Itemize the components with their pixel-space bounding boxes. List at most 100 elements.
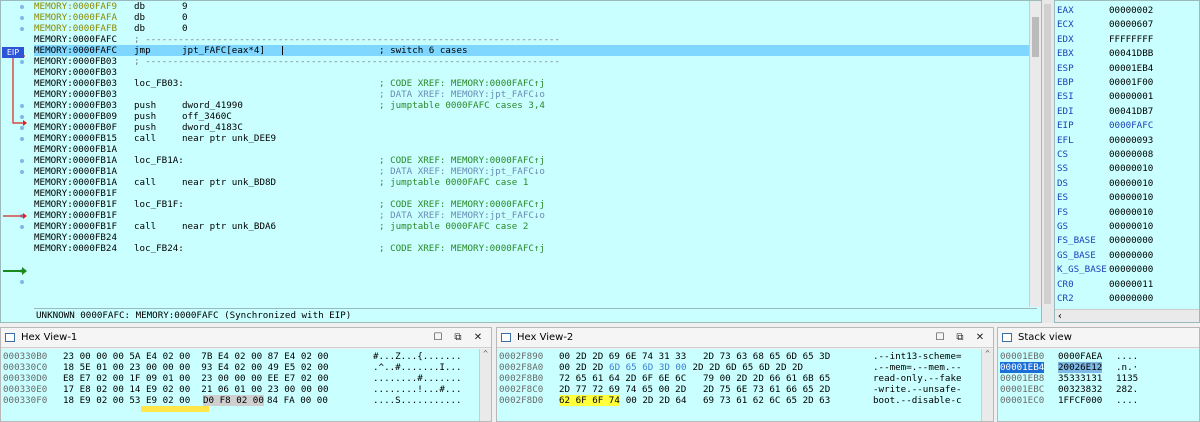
hex-bytes-dim[interactable]: 6D 65 6D 3D 00 <box>609 362 686 373</box>
register-row[interactable]: EAX 00000002 <box>1057 4 1197 18</box>
disassembly-lines[interactable]: MEMORY:0000FAF9 db 9 MEMORY:0000FAFA db 0 MEMO… <box>34 1 1037 307</box>
disasm-line[interactable]: MEMORY:0000FB1F call near ptr unk_BDA6 ; ju… <box>34 221 1037 232</box>
stack-view-content[interactable]: 00001EB0 0000FAEA.... 00001EB4 20026E12 .n.·… <box>998 349 1199 421</box>
register-row[interactable]: GS_BASE 00000000 <box>1057 249 1197 263</box>
disasm-line[interactable]: MEMORY:0000FB03 loc_FB03: ; CODE XREF: MEM… <box>34 78 1037 89</box>
close-icon[interactable]: ✕ <box>471 328 485 348</box>
register-value[interactable]: 00000000 <box>1109 249 1153 263</box>
code-label[interactable]: loc_FB1F: <box>134 199 184 210</box>
register-value[interactable]: 00000002 <box>1109 4 1153 18</box>
operand[interactable]: dword_4183C <box>182 122 243 133</box>
disasm-line[interactable]: MEMORY:0000FB1A call near ptr unk_BD8D ; ju… <box>34 177 1037 188</box>
disasm-line[interactable]: MEMORY:0000FB1F ; DATA XREF: MEMORY:jpt_F… <box>34 210 1037 221</box>
maximize-icon[interactable]: ☐ <box>933 328 947 348</box>
registers-view[interactable]: EAX 00000002 ECX 00000607 EDX FFFFFFFF EBX 0004… <box>1054 0 1200 323</box>
hex-bytes[interactable]: 00 2D 2D 69 6E 74 31 33 <box>559 351 686 362</box>
hex-bytes[interactable]: 18 E9 02 00 53 E9 02 00 <box>63 395 190 406</box>
hex-row[interactable]: 000330B0 23 00 00 00 5A E4 02 00 7B E4 02… <box>1 351 491 362</box>
stack-row[interactable]: 00001EC0 1FFCF000.... <box>998 395 1199 406</box>
hex-bytes[interactable]: 79 00 2D 2D 66 61 6B 65 <box>703 373 830 384</box>
register-value[interactable]: 00000000 <box>1109 292 1153 306</box>
stack-value[interactable]: 0000FAEA <box>1058 351 1102 362</box>
registers-hscrollbar[interactable]: ‹ <box>1055 309 1199 322</box>
hex-row[interactable]: 000330E0 17 E8 02 00 14 E9 02 00 21 06 01… <box>1 384 491 395</box>
hex-row[interactable]: 0002F8A0 00 2D 2D 6D 65 6D 3D 00 2D 2D 6D 6… <box>497 362 993 373</box>
disasm-line[interactable]: MEMORY:0000FB1A ; DATA XREF: MEMORY:jpt_F… <box>34 166 1037 177</box>
register-value[interactable]: 00000010 <box>1109 220 1153 234</box>
operand[interactable]: near ptr unk_BDA6 <box>182 221 276 232</box>
stack-value[interactable]: 35333131 <box>1058 373 1102 384</box>
disasm-line[interactable]: MEMORY:0000FB1F <box>34 188 1037 199</box>
hex-bytes-highlighted[interactable]: 62 6F 6F 74 <box>559 395 620 406</box>
operand[interactable]: 0 <box>182 12 188 23</box>
disasm-line[interactable]: MEMORY:0000FB03 push dword_41990 ; jumptabl… <box>34 100 1037 111</box>
disasm-line[interactable]: MEMORY:0000FB1F loc_FB1F: ; CODE XREF: MEM… <box>34 199 1037 210</box>
register-value[interactable]: 00000008 <box>1109 148 1153 162</box>
disasm-line[interactable]: MEMORY:0000FB15 call near ptr unk_DEE9 <box>34 133 1037 144</box>
code-label[interactable]: loc_FB03: <box>134 78 184 89</box>
disasm-line[interactable]: MEMORY:0000FB1A <box>34 144 1037 155</box>
current-instruction-line[interactable]: MEMORY:0000FAFC jmp jpt_FAFC[eax*4] ; switc… <box>34 45 1037 56</box>
register-row[interactable]: CR2 00000000 <box>1057 292 1197 306</box>
hex-bytes[interactable]: 2D 73 63 68 65 6D 65 3D <box>703 351 830 362</box>
register-row[interactable]: K_GS_BASE 00000000 <box>1057 263 1197 277</box>
register-value[interactable]: 00000000 <box>1109 234 1153 248</box>
operand[interactable]: off_3460C <box>182 111 232 122</box>
hex-row[interactable]: 0002F8D0 62 6F 6F 74 00 2D 2D 64 69 73 61 6… <box>497 395 993 406</box>
register-row[interactable]: SS 00000010 <box>1057 162 1197 176</box>
register-row[interactable]: EDI 00041DB7 <box>1057 105 1197 119</box>
hex-bytes[interactable]: E8 E7 02 00 1F 09 01 00 23 00 00 00 EE E… <box>63 373 329 384</box>
float-icon[interactable]: ⧉ <box>451 328 465 348</box>
code-label[interactable]: loc_FB24: <box>134 243 184 254</box>
hex-bytes[interactable]: 17 E8 02 00 14 E9 02 00 21 06 01 00 23 0… <box>63 384 329 395</box>
hex-row[interactable]: 0002F8B0 72 65 61 64 2D 6F 6E 6C 79 00 2D … <box>497 373 993 384</box>
splitter-thumb[interactable] <box>1044 4 1051 304</box>
disasm-line[interactable]: MEMORY:0000FB0F push dword_4183C <box>34 122 1037 133</box>
hex-view-1-scrollbar[interactable]: ^ <box>479 349 491 421</box>
hex-row[interactable]: 000330C0 18 5E 01 00 23 00 00 00 93 E4 02… <box>1 362 491 373</box>
register-value[interactable]: 0000FAFC <box>1109 119 1153 133</box>
disassembly-scrollbar[interactable] <box>1029 1 1041 307</box>
operand[interactable]: 9 <box>182 1 188 12</box>
disasm-line[interactable]: MEMORY:0000FB1A loc_FB1A: ; CODE XREF: MEM… <box>34 155 1037 166</box>
register-value[interactable]: 00000093 <box>1109 134 1153 148</box>
register-row[interactable]: ECX 00000607 <box>1057 18 1197 32</box>
register-row[interactable]: CR0 00000011 <box>1057 278 1197 292</box>
hex-bytes[interactable]: 2D 75 6E 73 61 66 65 2D <box>703 384 830 395</box>
hex-view-1-panel[interactable]: Hex View-1 ☐ ⧉ ✕ 000330B0 23 00 00 00 5A … <box>0 327 492 422</box>
stack-row[interactable]: 00001EB4 20026E12 .n.· <box>998 362 1199 373</box>
hex-view-2-content[interactable]: 0002F890 00 2D 2D 69 6E 74 31 33 2D 73 63 … <box>497 349 993 421</box>
disasm-line[interactable]: MEMORY:0000FB03 ; -----------------------… <box>34 56 1037 67</box>
disasm-line[interactable]: MEMORY:0000FB24 <box>34 232 1037 243</box>
hex-row[interactable]: 0002F8C0 2D 77 72 69 74 65 00 2D 2D 75 6E … <box>497 384 993 395</box>
operand[interactable]: dword_41990 <box>182 100 243 111</box>
disasm-line[interactable]: MEMORY:0000FAF9 db 9 <box>34 1 1037 12</box>
register-value[interactable]: 00000010 <box>1109 191 1153 205</box>
hex-bytes[interactable]: 2D 2D 6D 65 6D 2D 2D <box>692 362 803 373</box>
hex-bytes[interactable]: 00 2D 2D <box>559 362 603 373</box>
stack-row[interactable]: 00001EBC 00323832 282. <box>998 384 1199 395</box>
hex-bytes[interactable]: 69 73 61 62 6C 65 2D 63 <box>703 395 830 406</box>
hex-bytes[interactable]: 72 65 61 64 2D 6F 6E 6C <box>559 373 686 384</box>
hex-bytes[interactable]: 23 00 00 00 5A E4 02 00 7B E4 02 00 87 E… <box>63 351 329 362</box>
hex-view-2-scrollbar[interactable]: ^ <box>981 349 993 421</box>
operand[interactable]: jpt_FAFC[eax*4] <box>182 45 265 56</box>
disasm-line[interactable]: MEMORY:0000FB24 loc_FB24: ; CODE XREF: MEM… <box>34 243 1037 254</box>
register-value[interactable]: 00000010 <box>1109 162 1153 176</box>
register-row[interactable]: EDX FFFFFFFF <box>1057 33 1197 47</box>
register-value[interactable]: 00001F00 <box>1109 76 1153 90</box>
code-label[interactable]: loc_FB1A: <box>134 155 184 166</box>
hex-row[interactable]: 000330D0 E8 E7 02 00 1F 09 01 00 23 00 00… <box>1 373 491 384</box>
stack-value[interactable]: 1FFCF000 <box>1058 395 1102 406</box>
hex-view-2-panel[interactable]: Hex View-2 ☐ ⧉ ✕ 0002F890 00 2D 2D 69 6E … <box>496 327 994 422</box>
disasm-line[interactable]: MEMORY:0000FB09 push off_3460C <box>34 111 1037 122</box>
register-row[interactable]: EFL 00000093 <box>1057 134 1197 148</box>
register-value[interactable]: 00000001 <box>1109 90 1153 104</box>
scroll-left-icon[interactable]: ‹ <box>1057 311 1063 322</box>
register-value[interactable]: 00000000 <box>1109 263 1153 277</box>
maximize-icon[interactable]: ☐ <box>431 328 445 348</box>
disasm-line[interactable]: MEMORY:0000FAFC ; -----------------------… <box>34 34 1037 45</box>
register-value[interactable]: 00041DB7 <box>1109 105 1153 119</box>
register-row[interactable]: EBP 00001F00 <box>1057 76 1197 90</box>
register-value[interactable]: 00000010 <box>1109 177 1153 191</box>
